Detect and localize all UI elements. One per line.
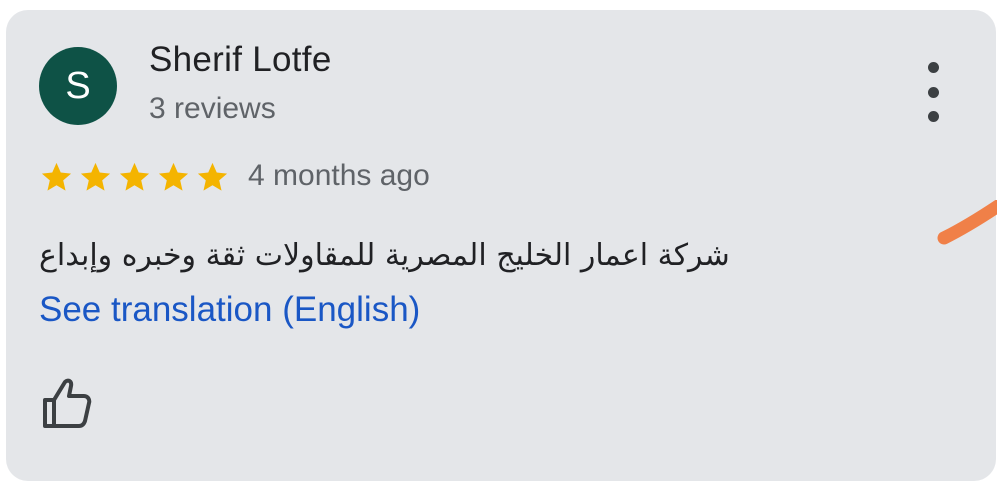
review-time: 4 months ago: [248, 159, 430, 192]
avatar-initial: S: [65, 64, 91, 107]
review-text: شركة اعمار الخليج المصرية للمقاولات ثقة …: [39, 238, 730, 273]
author-name[interactable]: Sherif Lotfe: [149, 40, 332, 80]
star-icon: [195, 160, 230, 195]
star-icon: [78, 160, 113, 195]
see-translation-link[interactable]: See translation (English): [39, 290, 420, 330]
review-card: S Sherif Lotfe 3 reviews 4 months ago شر…: [6, 10, 996, 481]
thumb-up-outline-icon: [43, 378, 92, 428]
star-icon: [39, 160, 74, 195]
annotation-stroke: [937, 200, 997, 245]
more-vert-icon: [927, 62, 939, 73]
star-icon: [117, 160, 152, 195]
author-review-count: 3 reviews: [149, 92, 276, 125]
more-options-button[interactable]: [916, 62, 950, 122]
star-icon: [156, 160, 191, 195]
star-rating: [39, 160, 230, 195]
like-button[interactable]: [39, 374, 95, 430]
avatar[interactable]: S: [39, 47, 117, 125]
